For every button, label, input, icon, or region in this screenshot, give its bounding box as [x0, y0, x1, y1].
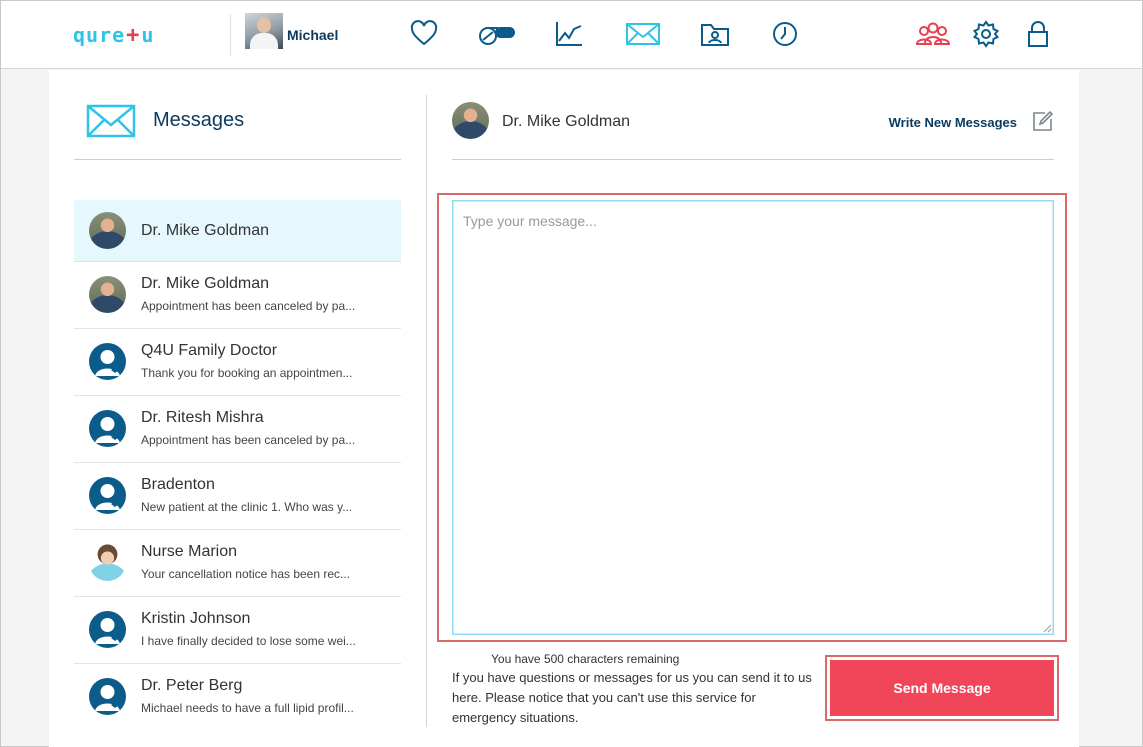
lock-icon[interactable]: [1023, 19, 1053, 49]
app-logo[interactable]: qure + u: [73, 22, 155, 48]
conversations-panel: Messages Dr. Mike Goldman Dr. Mike Goldm…: [74, 70, 401, 747]
conversation-name: Q4U Family Doctor: [141, 342, 278, 359]
conversation-name: Dr. Mike Goldman: [141, 222, 270, 239]
nurse-avatar: [89, 544, 126, 581]
conversation-preview: Your cancellation notice has been rec...: [141, 567, 351, 581]
logo-text-right: u: [141, 23, 155, 47]
conversation-name: Kristin Johnson: [141, 610, 251, 627]
conversation-preview: Appointment has been canceled by pa...: [141, 433, 356, 447]
send-message-button[interactable]: Send Message: [830, 660, 1054, 716]
chat-header: Dr. Mike Goldman Write New Messages: [452, 70, 1054, 160]
emergency-notice: If you have questions or messages for us…: [452, 670, 812, 725]
conversation-preview: I have finally decided to lose some wei.…: [141, 634, 356, 648]
clock-icon[interactable]: [770, 19, 800, 49]
user-avatar: [245, 13, 283, 49]
chart-icon[interactable]: [554, 19, 584, 49]
conversation-preview: Michael needs to have a full lipid profi…: [141, 701, 354, 715]
envelope-icon: [86, 104, 136, 138]
doctor-avatar: [89, 212, 126, 249]
conversation-name: Nurse Marion: [141, 543, 238, 560]
conversation-item[interactable]: Bradenton New patient at the clinic 1. W…: [74, 463, 401, 530]
pills-icon[interactable]: [476, 19, 516, 49]
logo-text-left: qure: [73, 23, 126, 47]
conversation-preview: Thank you for booking an appointmen...: [141, 366, 353, 380]
conversation-item[interactable]: Dr. Mike Goldman Appointment has been ca…: [74, 262, 401, 329]
generic-user-avatar-icon: [89, 410, 126, 447]
doctor-avatar: [89, 276, 126, 313]
user-profile[interactable]: Michael: [245, 13, 338, 49]
conversation-item[interactable]: Kristin Johnson I have finally decided t…: [74, 597, 401, 664]
records-folder-icon[interactable]: [700, 19, 730, 49]
conversation-list: Dr. Mike Goldman Dr. Mike Goldman Appoin…: [74, 200, 401, 731]
mail-icon[interactable]: [625, 19, 661, 49]
conversation-name: Bradenton: [141, 476, 215, 493]
generic-user-avatar-icon: [89, 343, 126, 380]
generic-user-avatar-icon: [89, 611, 126, 648]
top-bar: qure + u Michael: [1, 1, 1142, 69]
recipient-avatar: [452, 102, 489, 139]
conversation-item[interactable]: Dr. Ritesh Mishra Appointment has been c…: [74, 396, 401, 463]
team-icon[interactable]: [915, 19, 951, 49]
conversation-preview: Appointment has been canceled by pa...: [141, 299, 356, 313]
conversation-name: Dr. Ritesh Mishra: [141, 409, 264, 426]
conversation-item[interactable]: Dr. Mike Goldman: [74, 200, 401, 262]
characters-remaining: You have 500 characters remaining: [491, 652, 680, 666]
logo-plus: +: [126, 22, 141, 48]
settings-icon[interactable]: [971, 19, 1001, 49]
conversation-name: Dr. Peter Berg: [141, 677, 243, 694]
conversation-item[interactable]: Dr. Peter Berg Michael needs to have a f…: [74, 664, 401, 731]
conversation-item[interactable]: Nurse Marion Your cancellation notice ha…: [74, 530, 401, 597]
recipient-name: Dr. Mike Goldman: [502, 113, 631, 130]
conversation-preview: New patient at the clinic 1. Who was y..…: [141, 500, 353, 514]
write-new-messages-link[interactable]: Write New Messages: [889, 115, 1017, 130]
heart-icon[interactable]: [409, 19, 439, 49]
edit-icon[interactable]: [1032, 110, 1054, 132]
conversation-item[interactable]: Q4U Family Doctor Thank you for booking …: [74, 329, 401, 396]
user-divider: [230, 14, 231, 56]
generic-user-avatar-icon: [89, 477, 126, 514]
messages-header: Messages: [74, 70, 401, 160]
user-name: Michael: [287, 27, 339, 43]
conversation-name: Dr. Mike Goldman: [141, 275, 270, 292]
message-input[interactable]: [452, 200, 1054, 635]
generic-user-avatar-icon: [89, 678, 126, 715]
chat-panel: Dr. Mike Goldman Write New Messages You …: [434, 70, 1067, 747]
main-panel: Messages Dr. Mike Goldman Dr. Mike Goldm…: [49, 70, 1079, 747]
column-divider: [426, 95, 427, 727]
messages-title: Messages: [153, 109, 245, 131]
